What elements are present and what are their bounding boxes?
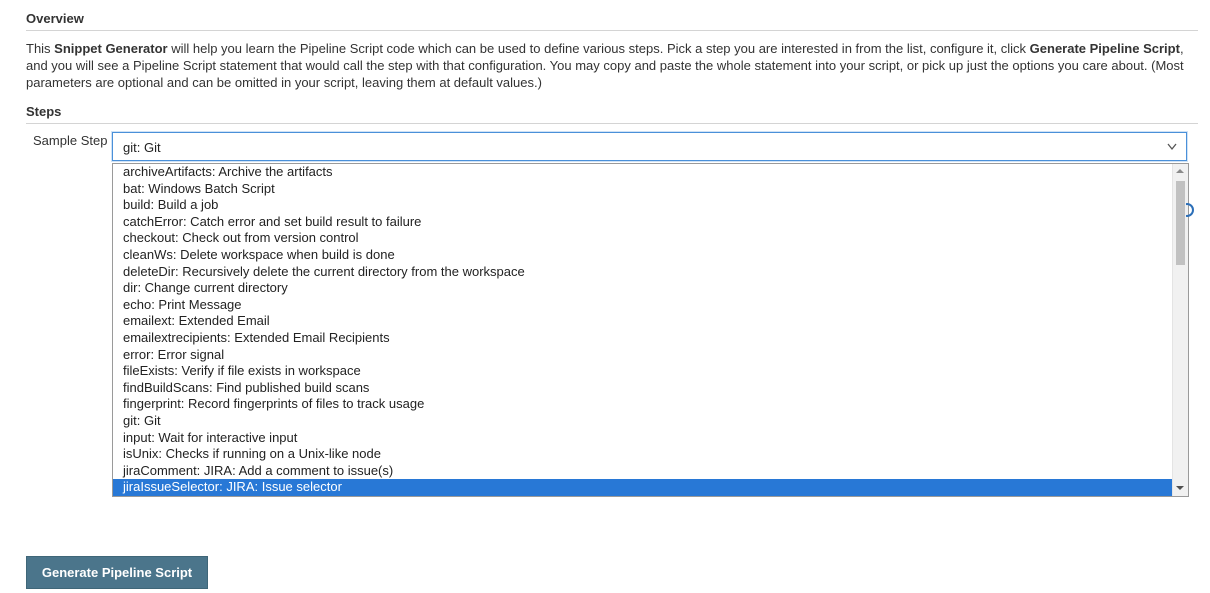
desc-text-2: will help you learn the Pipeline Script …: [167, 41, 1030, 56]
steps-divider: [26, 123, 1198, 124]
scroll-up-arrow-icon[interactable]: [1176, 169, 1184, 173]
dropdown-option[interactable]: dir: Change current directory: [113, 280, 1172, 297]
dropdown-option[interactable]: bat: Windows Batch Script: [113, 181, 1172, 198]
dropdown-option[interactable]: echo: Print Message: [113, 297, 1172, 314]
dropdown-option[interactable]: fingerprint: Record fingerprints of file…: [113, 396, 1172, 413]
desc-bold-snippet-generator: Snippet Generator: [54, 41, 168, 56]
dropdown-option[interactable]: catchError: Catch error and set build re…: [113, 214, 1172, 231]
overview-heading: Overview: [26, 11, 84, 26]
dropdown-option[interactable]: git: Git: [113, 413, 1172, 430]
dropdown-option[interactable]: error: Error signal: [113, 347, 1172, 364]
dropdown-option[interactable]: cleanWs: Delete workspace when build is …: [113, 247, 1172, 264]
scroll-down-arrow-icon[interactable]: [1176, 486, 1184, 490]
overview-description: This Snippet Generator will help you lea…: [26, 40, 1196, 91]
sample-step-selected-value: git: Git: [123, 140, 161, 155]
desc-bold-generate: Generate Pipeline Script: [1029, 41, 1180, 56]
sample-step-options-list[interactable]: archiveArtifacts: Archive the artifacts b…: [112, 163, 1189, 497]
chevron-down-icon[interactable]: [1166, 139, 1178, 153]
dropdown-option[interactable]: fileExists: Verify if file exists in wor…: [113, 363, 1172, 380]
dropdown-option[interactable]: jiraComment: JIRA: Add a comment to issu…: [113, 463, 1172, 480]
dropdown-option[interactable]: build: Build a job: [113, 197, 1172, 214]
sample-step-select[interactable]: git: Git: [112, 132, 1187, 161]
steps-heading: Steps: [26, 104, 62, 119]
dropdown-option[interactable]: jiraIssueSelector: JIRA: Issue selector: [113, 479, 1172, 496]
generate-pipeline-script-button[interactable]: Generate Pipeline Script: [26, 556, 208, 589]
dropdown-option[interactable]: findBuildScans: Find published build sca…: [113, 380, 1172, 397]
dropdown-option[interactable]: deleteDir: Recursively delete the curren…: [113, 264, 1172, 281]
dropdown-option[interactable]: isUnix: Checks if running on a Unix-like…: [113, 446, 1172, 463]
dropdown-option[interactable]: input: Wait for interactive input: [113, 430, 1172, 447]
help-icon[interactable]: [1186, 202, 1196, 218]
dropdown-option[interactable]: archiveArtifacts: Archive the artifacts: [113, 164, 1172, 181]
dropdown-option[interactable]: checkout: Check out from version control: [113, 230, 1172, 247]
sample-step-label: Sample Step: [33, 133, 108, 148]
overview-divider: [26, 30, 1198, 31]
dropdown-option[interactable]: emailextrecipients: Extended Email Recip…: [113, 330, 1172, 347]
scrollbar-thumb[interactable]: [1176, 181, 1185, 265]
desc-text-1: This: [26, 41, 55, 56]
dropdown-option[interactable]: emailext: Extended Email: [113, 313, 1172, 330]
